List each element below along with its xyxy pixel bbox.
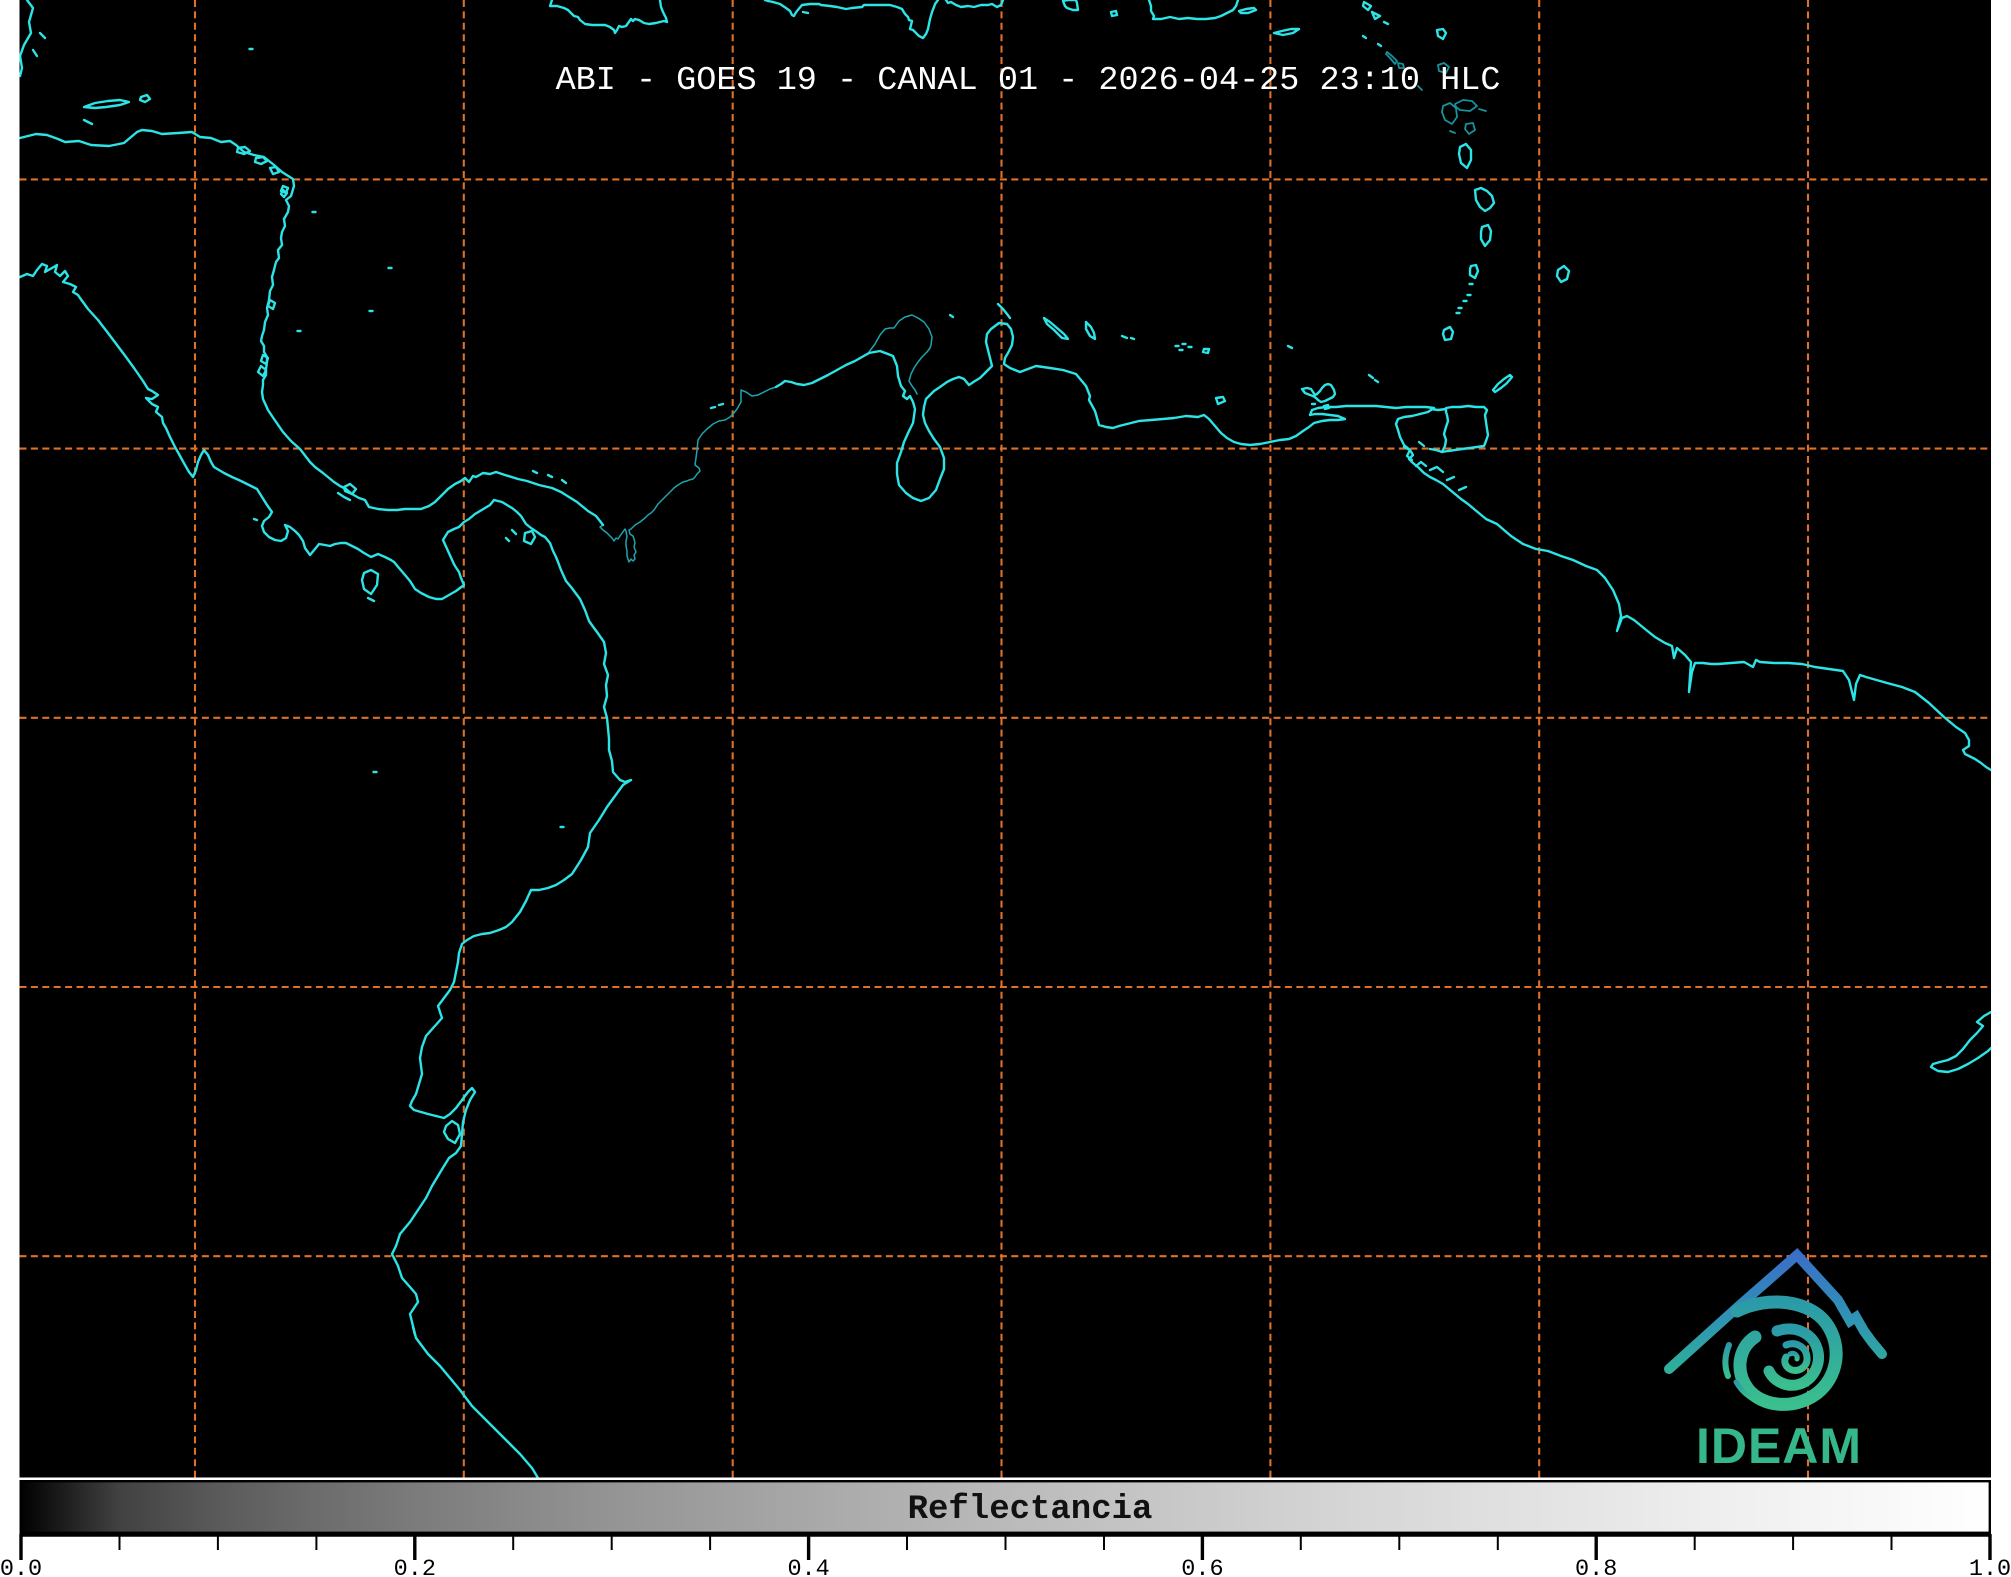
svg-text:Reflectancia: Reflectancia bbox=[908, 1491, 1153, 1529]
svg-text:0.6: 0.6 bbox=[1181, 1556, 1223, 1577]
svg-text:0.0: 0.0 bbox=[0, 1556, 42, 1577]
svg-text:IDEAM: IDEAM bbox=[1696, 1418, 1862, 1474]
svg-text:1.0: 1.0 bbox=[1969, 1556, 2011, 1577]
svg-text:0.2: 0.2 bbox=[394, 1556, 436, 1577]
svg-text:0.4: 0.4 bbox=[787, 1556, 829, 1577]
svg-text:ABI - GOES 19 - CANAL 01 - 202: ABI - GOES 19 - CANAL 01 - 2026-04-25 23… bbox=[556, 62, 1501, 100]
svg-text:0.8: 0.8 bbox=[1575, 1556, 1617, 1577]
